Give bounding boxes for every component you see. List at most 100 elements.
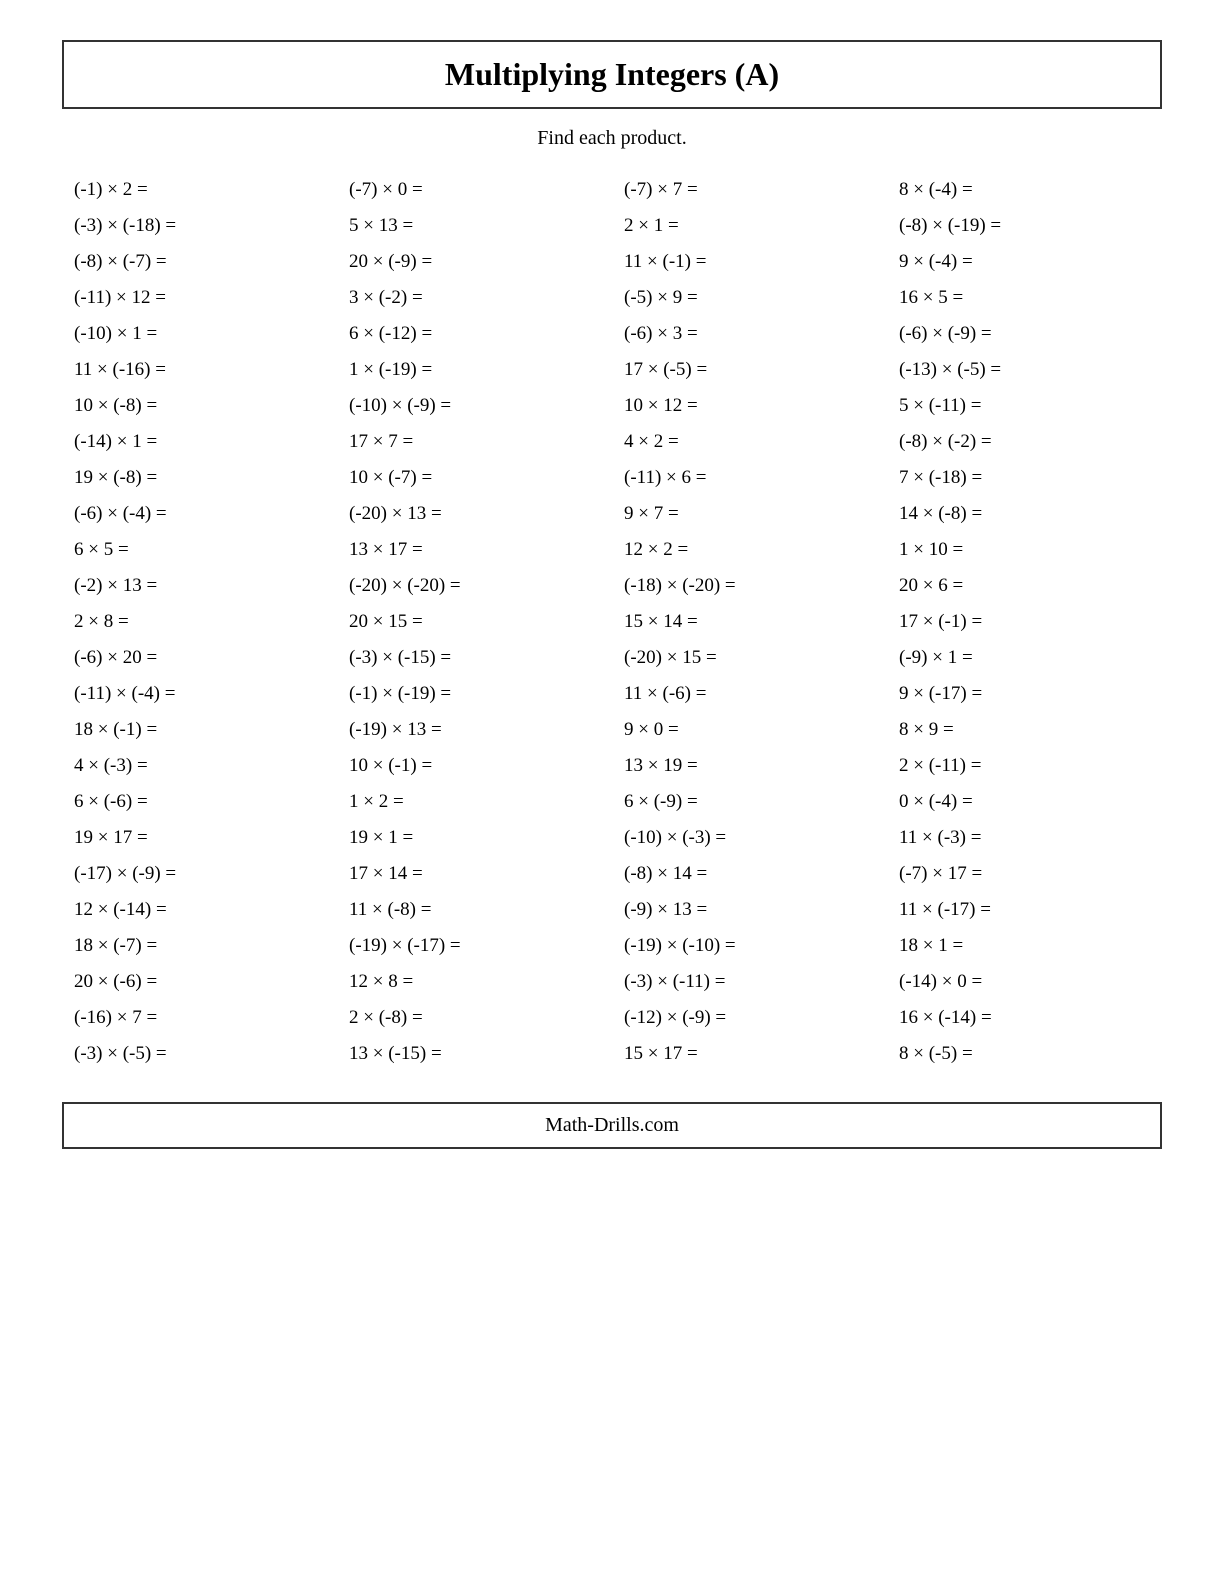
problem-item: (-9) × 13 = — [612, 892, 887, 928]
problem-item: 11 × (-8) = — [337, 892, 612, 928]
subtitle: Find each product. — [62, 127, 1162, 150]
problems-grid: (-1) × 2 =(-7) × 0 =(-7) × 7 =8 × (-4) =… — [62, 172, 1162, 1072]
problem-item: (-11) × 6 = — [612, 460, 887, 496]
problem-item: 17 × 7 = — [337, 424, 612, 460]
problem-item: 7 × (-18) = — [887, 460, 1162, 496]
problem-item: 13 × 17 = — [337, 532, 612, 568]
problem-item: (-6) × (-4) = — [62, 496, 337, 532]
problem-item: 11 × (-3) = — [887, 820, 1162, 856]
problem-item: (-19) × 13 = — [337, 712, 612, 748]
footer: Math-Drills.com — [62, 1102, 1162, 1149]
problem-item: 11 × (-1) = — [612, 244, 887, 280]
problem-item: 4 × (-3) = — [62, 748, 337, 784]
problem-item: (-9) × 1 = — [887, 640, 1162, 676]
problem-item: 2 × 1 = — [612, 208, 887, 244]
problem-item: 20 × 6 = — [887, 568, 1162, 604]
problem-item: (-14) × 0 = — [887, 964, 1162, 1000]
problem-item: 12 × 8 = — [337, 964, 612, 1000]
problem-item: 2 × 8 = — [62, 604, 337, 640]
problem-item: 18 × (-7) = — [62, 928, 337, 964]
problem-item: 18 × (-1) = — [62, 712, 337, 748]
problem-item: 9 × (-17) = — [887, 676, 1162, 712]
problem-item: (-3) × (-15) = — [337, 640, 612, 676]
problem-item: (-3) × (-11) = — [612, 964, 887, 1000]
problem-item: 17 × (-5) = — [612, 352, 887, 388]
page-title: Multiplying Integers (A) — [84, 56, 1140, 93]
problem-item: 1 × 2 = — [337, 784, 612, 820]
problem-item: 11 × (-6) = — [612, 676, 887, 712]
problem-item: (-6) × (-9) = — [887, 316, 1162, 352]
problem-item: 8 × 9 = — [887, 712, 1162, 748]
problem-item: 1 × (-19) = — [337, 352, 612, 388]
problem-item: 6 × (-9) = — [612, 784, 887, 820]
problem-item: 17 × (-1) = — [887, 604, 1162, 640]
problem-item: 8 × (-4) = — [887, 172, 1162, 208]
problem-item: 18 × 1 = — [887, 928, 1162, 964]
problem-item: 20 × (-6) = — [62, 964, 337, 1000]
problem-item: (-7) × 0 = — [337, 172, 612, 208]
problem-item: 8 × (-5) = — [887, 1036, 1162, 1072]
problem-item: (-6) × 20 = — [62, 640, 337, 676]
problem-item: 10 × (-8) = — [62, 388, 337, 424]
problem-item: (-12) × (-9) = — [612, 1000, 887, 1036]
problem-item: (-8) × (-19) = — [887, 208, 1162, 244]
page: Multiplying Integers (A) Find each produ… — [62, 40, 1162, 1149]
problem-item: 14 × (-8) = — [887, 496, 1162, 532]
problem-item: 9 × 7 = — [612, 496, 887, 532]
problem-item: (-14) × 1 = — [62, 424, 337, 460]
problem-item: (-8) × 14 = — [612, 856, 887, 892]
problem-item: 15 × 14 = — [612, 604, 887, 640]
problem-item: 0 × (-4) = — [887, 784, 1162, 820]
problem-item: (-19) × (-10) = — [612, 928, 887, 964]
problem-item: 19 × 1 = — [337, 820, 612, 856]
problem-item: 4 × 2 = — [612, 424, 887, 460]
problem-item: (-13) × (-5) = — [887, 352, 1162, 388]
problem-item: (-5) × 9 = — [612, 280, 887, 316]
problem-item: (-10) × 1 = — [62, 316, 337, 352]
problem-item: 20 × 15 = — [337, 604, 612, 640]
problem-item: (-18) × (-20) = — [612, 568, 887, 604]
problem-item: 13 × 19 = — [612, 748, 887, 784]
problem-item: 11 × (-17) = — [887, 892, 1162, 928]
problem-item: (-20) × 13 = — [337, 496, 612, 532]
problem-item: 6 × 5 = — [62, 532, 337, 568]
problem-item: 16 × (-14) = — [887, 1000, 1162, 1036]
problem-item: (-19) × (-17) = — [337, 928, 612, 964]
problem-item: 6 × (-12) = — [337, 316, 612, 352]
problem-item: 16 × 5 = — [887, 280, 1162, 316]
problem-item: (-8) × (-2) = — [887, 424, 1162, 460]
problem-item: 10 × (-7) = — [337, 460, 612, 496]
title-box: Multiplying Integers (A) — [62, 40, 1162, 109]
problem-item: (-20) × 15 = — [612, 640, 887, 676]
problem-item: 15 × 17 = — [612, 1036, 887, 1072]
problem-item: (-1) × (-19) = — [337, 676, 612, 712]
problem-item: 9 × (-4) = — [887, 244, 1162, 280]
problem-item: 1 × 10 = — [887, 532, 1162, 568]
problem-item: (-10) × (-9) = — [337, 388, 612, 424]
problem-item: 2 × (-11) = — [887, 748, 1162, 784]
problem-item: (-1) × 2 = — [62, 172, 337, 208]
problem-item: (-7) × 17 = — [887, 856, 1162, 892]
problem-item: 9 × 0 = — [612, 712, 887, 748]
problem-item: 2 × (-8) = — [337, 1000, 612, 1036]
problem-item: 3 × (-2) = — [337, 280, 612, 316]
problem-item: 5 × 13 = — [337, 208, 612, 244]
problem-item: (-20) × (-20) = — [337, 568, 612, 604]
problem-item: 6 × (-6) = — [62, 784, 337, 820]
problem-item: 12 × (-14) = — [62, 892, 337, 928]
problem-item: 10 × (-1) = — [337, 748, 612, 784]
problem-item: 11 × (-16) = — [62, 352, 337, 388]
problem-item: (-11) × 12 = — [62, 280, 337, 316]
problem-item: (-11) × (-4) = — [62, 676, 337, 712]
problem-item: 17 × 14 = — [337, 856, 612, 892]
problem-item: (-16) × 7 = — [62, 1000, 337, 1036]
problem-item: 10 × 12 = — [612, 388, 887, 424]
problem-item: (-7) × 7 = — [612, 172, 887, 208]
problem-item: 5 × (-11) = — [887, 388, 1162, 424]
problem-item: 19 × (-8) = — [62, 460, 337, 496]
problem-item: (-8) × (-7) = — [62, 244, 337, 280]
problem-item: 20 × (-9) = — [337, 244, 612, 280]
problem-item: 12 × 2 = — [612, 532, 887, 568]
problem-item: 13 × (-15) = — [337, 1036, 612, 1072]
problem-item: (-17) × (-9) = — [62, 856, 337, 892]
